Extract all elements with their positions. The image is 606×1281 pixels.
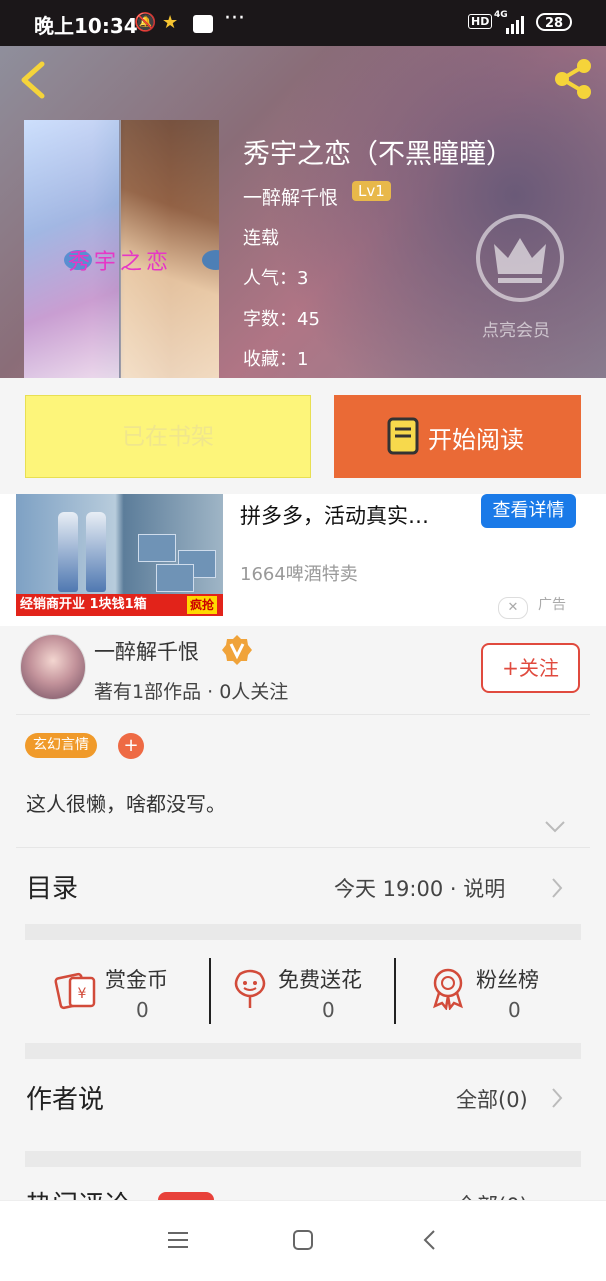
author-says-all[interactable]: 全部(0) xyxy=(456,1084,528,1114)
flower-icon[interactable] xyxy=(228,966,272,1010)
ad-details-button[interactable]: 查看详情 xyxy=(481,494,576,528)
svg-text:¥: ¥ xyxy=(78,986,87,1002)
stat-separator xyxy=(209,958,211,1024)
vip-button[interactable] xyxy=(476,214,564,302)
menu-icon[interactable] xyxy=(166,1230,190,1250)
section-separator xyxy=(25,924,581,940)
book-favorites: 收藏：1 xyxy=(243,349,309,370)
hd-icon: HD xyxy=(468,14,493,29)
ad-close-icon[interactable]: ✕ xyxy=(498,597,528,619)
status-bar: 晚上10:34 🔕 ★ ··· HD 4G 28 xyxy=(0,0,606,46)
stat-label-flower[interactable]: 免费送花 xyxy=(278,964,362,994)
ad-subtitle: 1664啤酒特卖 xyxy=(240,564,358,585)
chevron-right-icon[interactable] xyxy=(551,877,563,899)
genre-tag[interactable]: 玄幻言情 xyxy=(25,733,97,758)
author-description: 这人很懒，啥都没写。 xyxy=(26,792,226,816)
stat-label-fans[interactable]: 粉丝榜 xyxy=(476,964,539,994)
ad-banner-text: 经销商开业 1块钱1箱 xyxy=(20,597,147,612)
book-popularity: 人气：3 xyxy=(243,268,309,289)
add-tag-button[interactable]: + xyxy=(118,733,144,759)
author-name[interactable]: 一醉解千恨 xyxy=(94,636,199,666)
reward-coin-icon[interactable]: ¥ xyxy=(54,966,98,1010)
mute-icon: 🔕 xyxy=(134,12,157,33)
status-time: 晚上10:34 xyxy=(34,14,138,38)
start-reading-label: 开始阅读 xyxy=(428,426,524,454)
stat-separator xyxy=(394,958,396,1024)
ad-label: 广告 xyxy=(538,597,566,613)
book-title: 秀宇之恋（不黑瞳瞳） xyxy=(243,139,513,170)
book-author[interactable]: 一醉解千恨 xyxy=(243,183,338,210)
author-says-title[interactable]: 作者说 xyxy=(26,1079,104,1116)
chevron-down-icon[interactable] xyxy=(544,820,566,834)
book-word-count: 字数：45 xyxy=(243,309,320,330)
divider xyxy=(16,847,590,848)
ad-image[interactable]: 经销商开业 1块钱1箱 疯抢 xyxy=(16,494,223,616)
author-avatar[interactable] xyxy=(20,634,86,700)
section-separator xyxy=(25,1043,581,1059)
medal-icon[interactable] xyxy=(426,966,470,1010)
system-nav-bar xyxy=(0,1200,606,1281)
stat-label-reward[interactable]: 赏金币 xyxy=(105,964,168,994)
battery-icon: 28 xyxy=(536,13,572,31)
start-reading-button[interactable]: 开始阅读 xyxy=(334,395,581,478)
author-level-badge: Lv1 xyxy=(352,181,391,201)
back-arrow-icon[interactable] xyxy=(16,60,52,100)
app-notification-icon xyxy=(193,15,213,33)
vip-label[interactable]: 点亮会员 xyxy=(482,316,550,341)
author-info: 著有1部作品 · 0人关注 xyxy=(94,681,289,703)
crown-icon xyxy=(494,238,546,283)
more-notifications-icon: ··· xyxy=(224,6,245,31)
ad-banner-tag: 疯抢 xyxy=(186,596,217,614)
ad-card[interactable]: 经销商开业 1块钱1箱 疯抢 拼多多，活动真实… 查看详情 1664啤酒特卖 ✕… xyxy=(0,494,606,626)
book-status: 连载 xyxy=(243,228,279,249)
stat-value-flower: 0 xyxy=(322,998,335,1022)
star-icon: ★ xyxy=(162,12,179,33)
verified-badge-icon xyxy=(222,635,252,665)
stat-value-reward: 0 xyxy=(136,998,149,1022)
cover-title: 秀宇之恋 xyxy=(68,250,173,275)
home-icon[interactable] xyxy=(292,1229,314,1251)
share-icon[interactable] xyxy=(550,56,596,102)
divider xyxy=(16,714,590,715)
catalog-update-info[interactable]: 今天 19:00 · 说明 xyxy=(334,873,505,903)
chevron-right-icon[interactable] xyxy=(551,1087,563,1109)
catalog-title[interactable]: 目录 xyxy=(26,868,78,905)
section-separator xyxy=(25,1151,581,1167)
follow-button[interactable]: +关注 xyxy=(481,643,580,693)
stat-value-fans: 0 xyxy=(508,998,521,1022)
back-nav-icon[interactable] xyxy=(422,1229,438,1251)
book-icon xyxy=(387,417,419,455)
ad-title[interactable]: 拼多多，活动真实… xyxy=(240,500,429,530)
in-bookshelf-button[interactable]: 已在书架 xyxy=(25,395,311,478)
book-cover[interactable]: 秀宇之恋 xyxy=(24,120,219,378)
